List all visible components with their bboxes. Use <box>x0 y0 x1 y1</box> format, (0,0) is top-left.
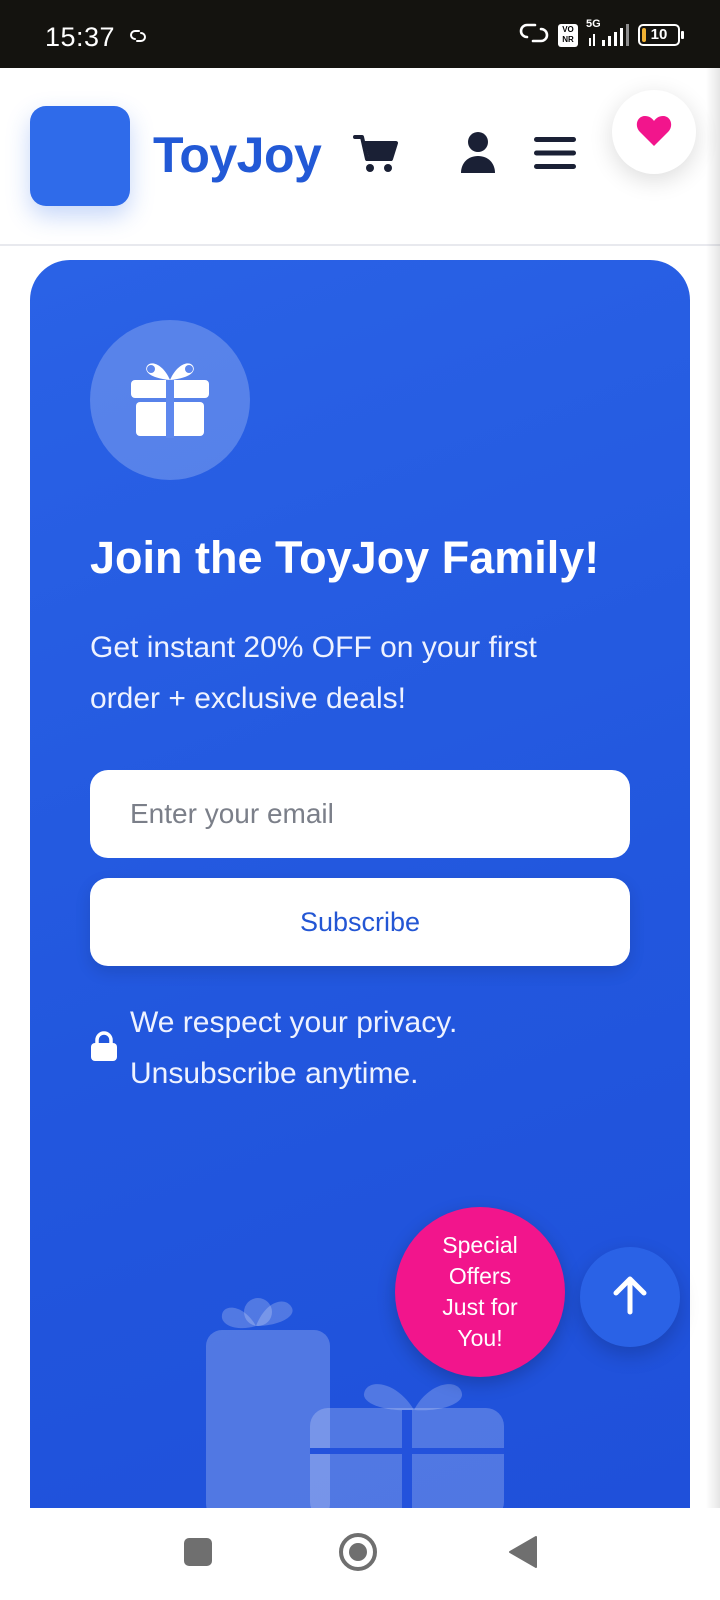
email-input[interactable] <box>90 770 630 858</box>
home-button[interactable] <box>336 1532 380 1576</box>
privacy-note: We respect your privacy. Unsubscribe any… <box>130 1006 458 1090</box>
heart-icon <box>635 113 673 152</box>
link-icon <box>128 28 148 49</box>
signal-icon: 5G <box>586 18 630 48</box>
system-nav-bar <box>0 1508 720 1600</box>
recents-square-icon <box>183 1537 213 1572</box>
site-header: ToyJoy <box>0 68 720 246</box>
special-offers-label: Special Offers Just for You! <box>442 1232 518 1351</box>
volte-badge: VO NR <box>558 23 578 47</box>
favorites-button[interactable] <box>612 90 696 174</box>
status-bar: 15:37 VO NR 5G 10 <box>0 0 720 68</box>
battery-icon: 10 <box>638 24 684 46</box>
cart-button[interactable] <box>350 130 402 182</box>
signup-title: Join the ToyJoy Family! <box>90 532 600 583</box>
user-icon <box>459 131 497 180</box>
subscribe-button[interactable]: Subscribe <box>90 878 630 966</box>
brand-name[interactable]: ToyJoy <box>153 126 322 184</box>
status-time: 15:37 <box>45 22 116 52</box>
lock-icon <box>90 1030 118 1067</box>
network-label: 5G <box>586 18 601 30</box>
gift-badge <box>90 320 250 480</box>
recents-button[interactable] <box>178 1532 218 1576</box>
back-to-top-button[interactable] <box>580 1247 680 1347</box>
battery-level: 10 <box>650 26 668 43</box>
gift-icon <box>129 358 211 443</box>
back-button[interactable] <box>503 1532 543 1576</box>
cart-icon <box>353 133 399 180</box>
scroll-edge-shadow <box>706 68 720 1508</box>
signup-subtitle: Get instant 20% OFF on your first order … <box>90 631 537 715</box>
status-icons: VO NR 5G 10 <box>518 18 684 52</box>
home-circle-icon <box>338 1532 378 1577</box>
special-offers-button[interactable]: Special Offers Just for You! <box>395 1207 565 1377</box>
hotspot-icon <box>518 21 550 50</box>
menu-icon <box>533 135 577 176</box>
menu-button[interactable] <box>533 134 577 176</box>
back-triangle-icon <box>508 1535 538 1574</box>
arrow-up-icon <box>610 1274 650 1321</box>
logo[interactable] <box>30 106 130 206</box>
account-button[interactable] <box>456 130 500 180</box>
